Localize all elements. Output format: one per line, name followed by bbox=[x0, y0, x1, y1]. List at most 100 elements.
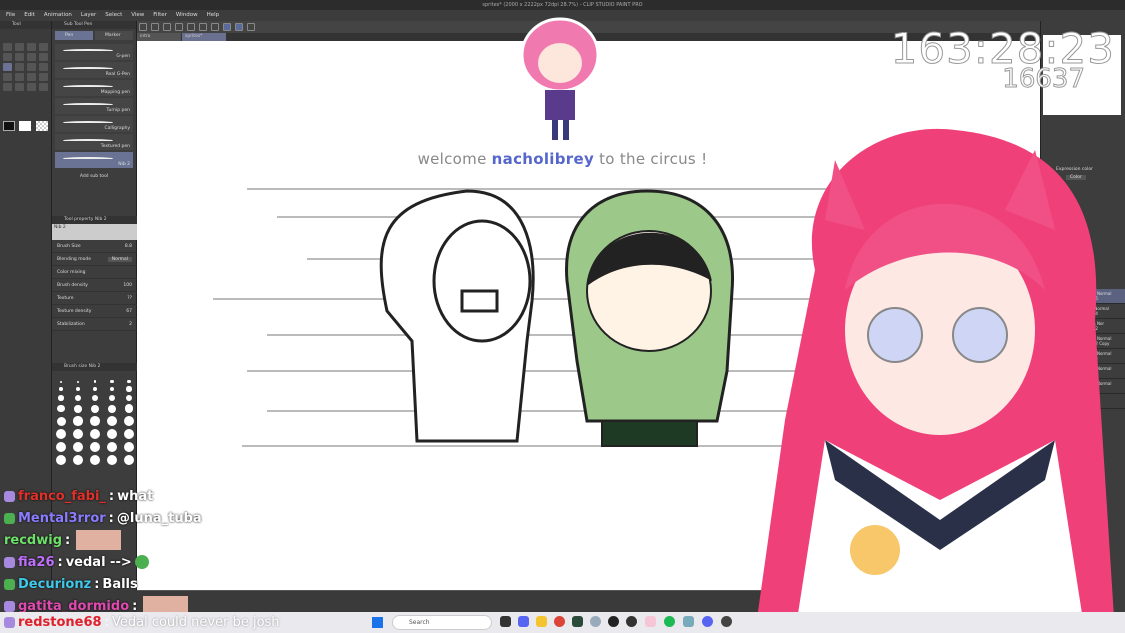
brush-size-option[interactable] bbox=[124, 442, 134, 453]
menu-view[interactable]: View bbox=[131, 10, 144, 21]
balloon-tool-icon[interactable] bbox=[27, 83, 36, 91]
chrome-icon[interactable] bbox=[554, 616, 565, 627]
undo-icon[interactable] bbox=[175, 23, 183, 31]
redo-icon[interactable] bbox=[187, 23, 195, 31]
brush-size-option[interactable] bbox=[90, 429, 100, 440]
tab-marker[interactable]: Marker bbox=[95, 31, 133, 40]
prop-color-mixing[interactable]: Color mixing bbox=[52, 266, 137, 279]
main-color-swatch[interactable] bbox=[3, 121, 15, 131]
help-icon[interactable] bbox=[247, 23, 255, 31]
fill-tool-icon[interactable] bbox=[27, 73, 36, 81]
spotify-icon[interactable] bbox=[664, 616, 675, 627]
file-explorer-icon[interactable] bbox=[536, 616, 547, 627]
brush-size-option[interactable] bbox=[73, 416, 83, 426]
terminal-icon[interactable] bbox=[572, 616, 583, 627]
brush-size-option[interactable] bbox=[107, 455, 117, 466]
brush-g-pen[interactable]: G-pen bbox=[55, 44, 133, 60]
save-icon[interactable] bbox=[163, 23, 171, 31]
fill-icon[interactable] bbox=[211, 23, 219, 31]
brush-size-option[interactable] bbox=[109, 386, 115, 392]
clear-icon[interactable] bbox=[199, 23, 207, 31]
select-tool-icon[interactable] bbox=[3, 53, 12, 61]
brush-mapping-pen[interactable]: Mapping pen bbox=[55, 80, 133, 96]
brush-size-option[interactable] bbox=[124, 455, 134, 466]
discord-icon[interactable] bbox=[702, 616, 713, 627]
brush-textured-pen[interactable]: Textured pen bbox=[55, 134, 133, 150]
task-view-icon[interactable] bbox=[500, 616, 511, 627]
prop-value[interactable]: Normal bbox=[107, 256, 132, 262]
brush-size-option[interactable] bbox=[108, 394, 116, 402]
brush-size-option[interactable] bbox=[56, 455, 66, 466]
brush-turnip-pen[interactable]: Turnip pen bbox=[55, 98, 133, 114]
brush-size-option[interactable] bbox=[75, 386, 81, 391]
brush-calligraphy[interactable]: Calligraphy bbox=[55, 116, 133, 132]
snap-icon[interactable] bbox=[223, 23, 231, 31]
menu-layer[interactable]: Layer bbox=[81, 10, 96, 21]
brush-size-option[interactable] bbox=[90, 455, 100, 466]
brush-size-option[interactable] bbox=[107, 442, 117, 453]
eraser-tool-icon[interactable] bbox=[3, 73, 12, 81]
prop-brush-density[interactable]: Brush density 100 bbox=[52, 279, 137, 292]
prop-texture[interactable]: Texture?? bbox=[52, 292, 137, 305]
obs-icon[interactable] bbox=[608, 616, 619, 627]
move-tool-icon[interactable] bbox=[39, 43, 48, 51]
menu-animation[interactable]: Animation bbox=[44, 10, 72, 21]
prop-value[interactable]: 67 bbox=[126, 309, 132, 314]
open-icon[interactable] bbox=[151, 23, 159, 31]
pencil-tool-icon[interactable] bbox=[15, 63, 24, 71]
lasso-tool-icon[interactable] bbox=[15, 53, 24, 61]
app-icon[interactable] bbox=[721, 616, 732, 627]
menu-select[interactable]: Select bbox=[105, 10, 122, 21]
brush-size-option[interactable] bbox=[76, 380, 80, 383]
brush-size-option[interactable] bbox=[57, 405, 65, 413]
taskbar-search[interactable]: Search bbox=[392, 615, 492, 630]
brush-size-option[interactable] bbox=[91, 394, 99, 402]
brush-size-option[interactable] bbox=[125, 394, 133, 402]
menu-file[interactable]: File bbox=[6, 10, 15, 21]
app-icon[interactable] bbox=[590, 616, 601, 627]
notepad-icon[interactable] bbox=[683, 616, 694, 627]
text-tool-icon[interactable] bbox=[15, 83, 24, 91]
discord-icon[interactable] bbox=[518, 616, 529, 627]
windows-start-icon[interactable] bbox=[372, 617, 383, 628]
tab-intro[interactable]: intro bbox=[137, 33, 181, 41]
zoom-tool-icon[interactable] bbox=[3, 43, 12, 51]
brush-size-option[interactable] bbox=[92, 386, 98, 392]
tab-sprites[interactable]: sprites* bbox=[182, 33, 226, 41]
brush-size-option[interactable] bbox=[90, 442, 100, 453]
brush-size-option[interactable] bbox=[124, 404, 134, 414]
brush-size-option[interactable] bbox=[73, 429, 83, 440]
brush-size-option[interactable] bbox=[107, 416, 117, 427]
app-icon[interactable] bbox=[645, 616, 656, 627]
brush-size-option[interactable] bbox=[56, 442, 66, 453]
menu-edit[interactable]: Edit bbox=[24, 10, 35, 21]
brush-size-option[interactable] bbox=[107, 429, 117, 440]
hand-tool-icon[interactable] bbox=[15, 43, 24, 51]
rotate-tool-icon[interactable] bbox=[27, 43, 36, 51]
brush-size-option[interactable] bbox=[124, 416, 134, 427]
brush-size-option[interactable] bbox=[56, 416, 66, 426]
brush-size-option[interactable] bbox=[58, 395, 64, 401]
snap-ruler-icon[interactable] bbox=[235, 23, 243, 31]
tab-pen[interactable]: Pen bbox=[55, 31, 93, 40]
prop-value[interactable]: 2 bbox=[129, 322, 132, 327]
menu-filter[interactable]: Filter bbox=[153, 10, 167, 21]
brush-size-option[interactable] bbox=[56, 429, 66, 440]
pen-tool-icon[interactable] bbox=[3, 63, 12, 71]
brush-size-option[interactable] bbox=[93, 380, 97, 384]
brush-size-option[interactable] bbox=[107, 404, 117, 413]
prop-blending-mode[interactable]: Blending mode Normal bbox=[52, 253, 137, 266]
brush-size-option[interactable] bbox=[74, 404, 82, 413]
app-icon[interactable] bbox=[626, 616, 637, 627]
brush-size-option[interactable] bbox=[90, 416, 100, 426]
prop-stabilization[interactable]: Stabilization 2 bbox=[52, 318, 137, 331]
prop-value[interactable]: ?? bbox=[127, 296, 132, 301]
prop-value[interactable]: 8.8 bbox=[125, 244, 132, 249]
menu-window[interactable]: Window bbox=[176, 10, 198, 21]
brush-tool-icon[interactable] bbox=[27, 63, 36, 71]
new-icon[interactable] bbox=[139, 23, 147, 31]
brush-size-option[interactable] bbox=[110, 380, 114, 384]
brush-size-option[interactable] bbox=[73, 455, 83, 466]
brush-size-option[interactable] bbox=[127, 380, 131, 384]
transparent-swatch[interactable] bbox=[36, 121, 48, 131]
